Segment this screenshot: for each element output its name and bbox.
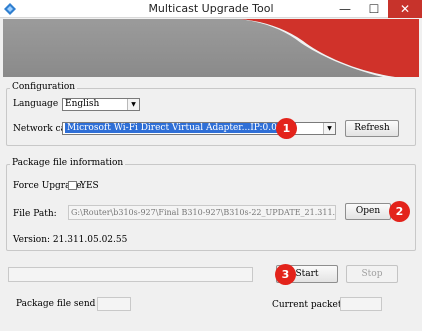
minimize-button[interactable]: — [330,0,360,18]
configuration-group-title: Configuration [10,82,78,92]
file-path-label: File Path: [13,209,57,219]
package-info-group-title: Package file information [10,158,126,168]
banner-graphic [239,19,419,77]
network-card-select-value: Microsoft Wi-Fi Direct Virtual Adapter..… [65,123,297,133]
header-banner [3,19,419,77]
chevron-down-icon[interactable]: ▼ [323,123,335,134]
open-button[interactable]: Open [345,203,391,220]
current-packet-field [340,297,382,311]
language-select-value: English [65,99,100,109]
configuration-group [6,88,416,146]
language-select[interactable]: English ▼ [62,98,140,111]
force-upgrade-checkbox[interactable] [68,181,77,190]
step-badge-3: 3 [275,264,296,285]
stop-button[interactable]: Stop [346,265,398,283]
close-button[interactable]: ✕ [388,0,422,18]
step-badge-2: 2 [389,201,410,222]
upload-progress-bar [8,267,253,282]
step-badge-1: 1 [276,118,297,139]
language-label: Language [13,99,59,109]
version-text: Version: 21.311.05.02.55 [13,235,128,245]
force-upgrade-option-label: YES [80,181,99,191]
maximize-button[interactable]: ☐ [360,0,388,18]
file-path-input[interactable]: G:\Router\b310s-927\Final B310-927\B310s… [68,205,336,220]
send-time-field [97,297,131,311]
chevron-down-icon[interactable]: ▼ [127,99,139,110]
refresh-button[interactable]: Refresh [345,120,399,137]
